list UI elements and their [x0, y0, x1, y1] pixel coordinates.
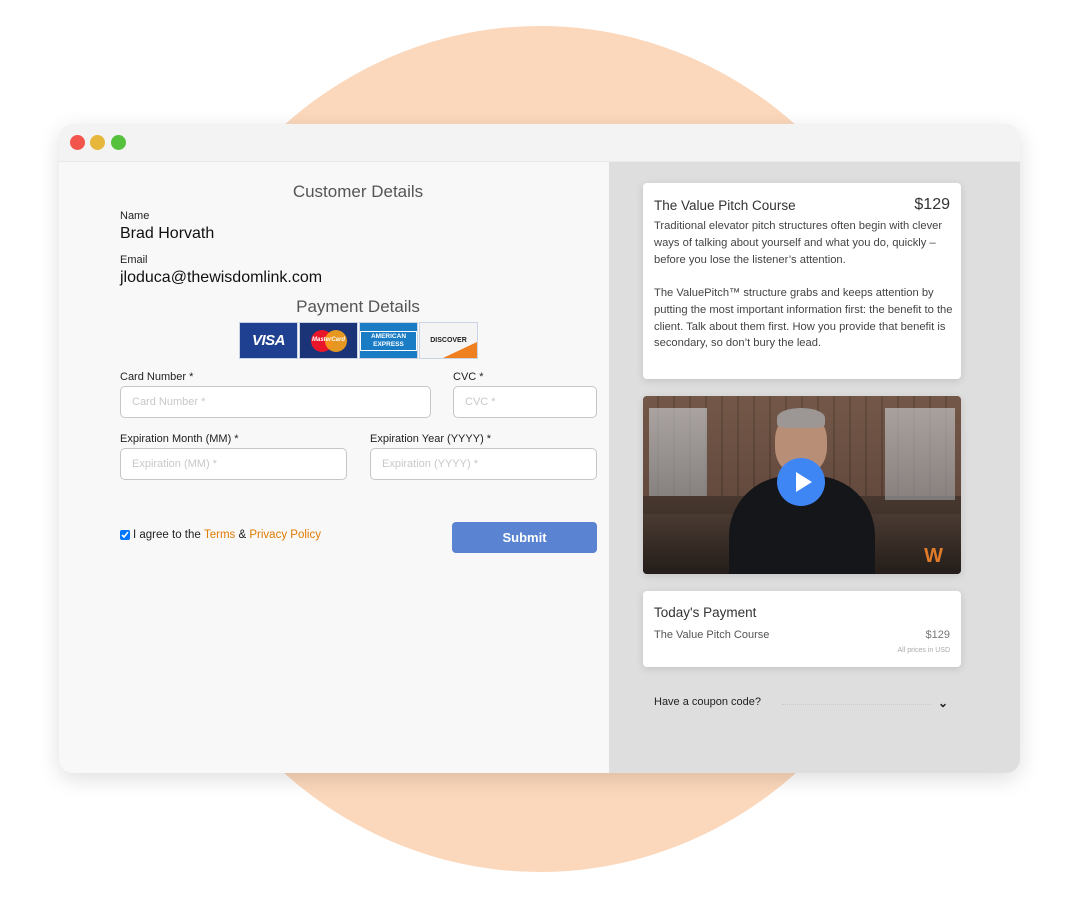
accepted-cards: VISA MasterCard AMERICAN EXPRESS DISCOVE…	[239, 322, 479, 359]
terms-link[interactable]: Terms	[204, 529, 235, 541]
agree-checkbox[interactable]	[120, 530, 130, 540]
todays-payment-title: Today's Payment	[654, 605, 757, 620]
name-label: Name	[120, 210, 150, 222]
coupon-toggle[interactable]: Have a coupon code? ⌄	[654, 696, 950, 714]
discover-logo-icon: DISCOVER	[419, 322, 478, 359]
mastercard-logo-icon: MasterCard	[299, 322, 358, 359]
coupon-label: Have a coupon code?	[654, 696, 762, 708]
course-video-player[interactable]: W	[643, 396, 961, 574]
todays-payment-card: Today's Payment The Value Pitch Course $…	[643, 591, 961, 667]
exp-year-label: Expiration Year (YYYY) *	[370, 433, 492, 445]
exp-month-label: Expiration Month (MM) *	[120, 433, 239, 445]
browser-window: Customer Details Name Brad Horvath Email…	[59, 124, 1020, 773]
play-button[interactable]	[777, 458, 825, 506]
course-description-2: The ValuePitch™ structure grabs and keep…	[654, 287, 953, 350]
checkout-form-pane: Customer Details Name Brad Horvath Email…	[59, 162, 609, 773]
submit-button[interactable]: Submit	[452, 522, 597, 553]
terms-agreement: I agree to the Terms & Privacy Policy	[120, 529, 321, 541]
maximize-window-icon[interactable]	[111, 135, 126, 150]
email-label: Email	[120, 254, 148, 266]
card-number-label: Card Number *	[120, 371, 194, 383]
course-card: The Value Pitch Course $129 Traditional …	[643, 183, 961, 379]
agree-prefix-text: I agree to the	[133, 529, 201, 541]
privacy-policy-link[interactable]: Privacy Policy	[249, 529, 321, 541]
course-price: $129	[914, 196, 950, 213]
cvc-input[interactable]	[453, 386, 597, 418]
name-value: Brad Horvath	[120, 225, 215, 242]
cvc-label: CVC *	[453, 371, 484, 383]
order-summary-pane: The Value Pitch Course $129 Traditional …	[609, 162, 1020, 773]
agree-amp-text: &	[238, 529, 247, 541]
exp-year-input[interactable]	[370, 448, 597, 480]
video-watermark-logo: W	[924, 545, 943, 567]
chevron-down-icon: ⌄	[937, 696, 948, 710]
course-description-1: Traditional elevator pitch structures of…	[654, 220, 943, 266]
payment-details-title: Payment Details	[296, 297, 420, 316]
window-titlebar	[59, 124, 1020, 162]
customer-details-title: Customer Details	[292, 182, 424, 201]
play-icon	[795, 472, 812, 492]
card-number-input[interactable]	[120, 386, 431, 418]
currency-note: All prices in USD	[897, 647, 950, 654]
exp-month-input[interactable]	[120, 448, 347, 480]
payment-item-name: The Value Pitch Course	[654, 629, 770, 641]
close-window-icon[interactable]	[70, 135, 85, 150]
amex-logo-icon: AMERICAN EXPRESS	[359, 322, 418, 359]
email-value: jloduca@thewisdomlink.com	[120, 269, 323, 286]
course-title: The Value Pitch Course	[654, 198, 796, 213]
payment-item-price: $129	[925, 629, 950, 641]
visa-logo-icon: VISA	[239, 322, 298, 359]
minimize-window-icon[interactable]	[90, 135, 105, 150]
